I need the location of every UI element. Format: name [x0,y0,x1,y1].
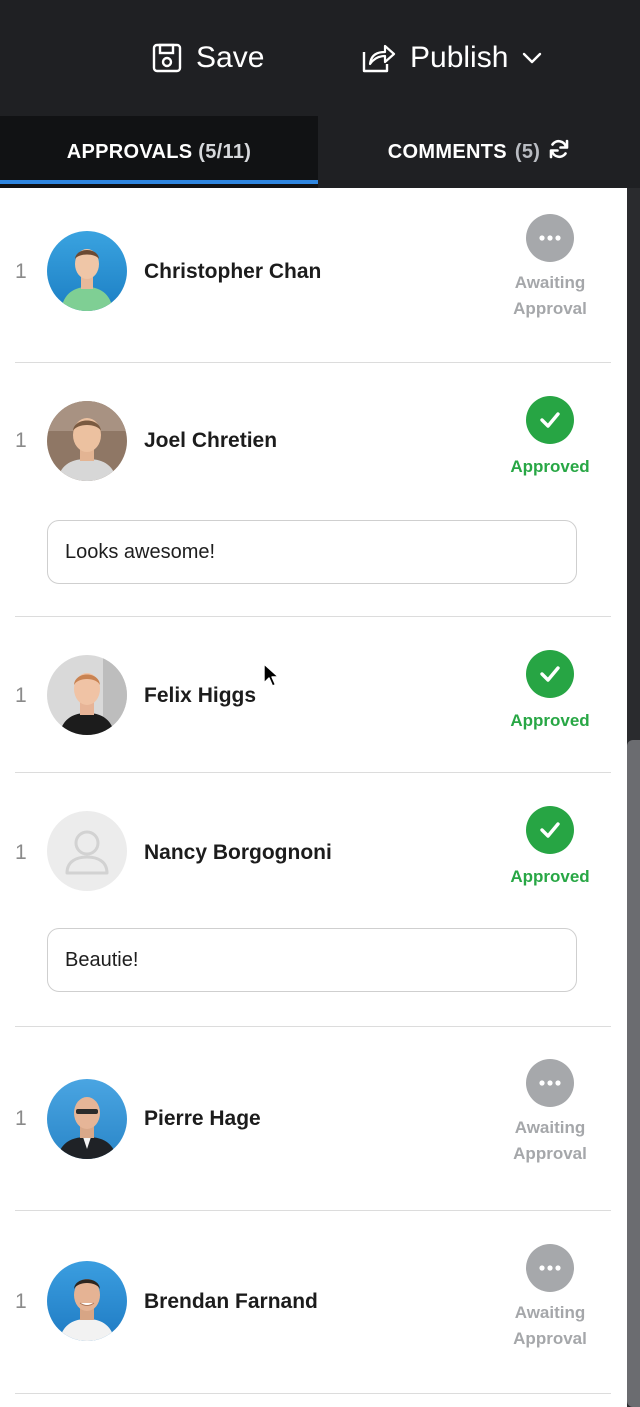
refresh-icon[interactable] [548,138,570,166]
status-text: Approved [510,867,590,886]
approval-comment: Looks awesome! [47,520,577,584]
avatar [47,401,127,481]
status-awaiting: Awaiting Approval [489,1244,611,1352]
status-line1: Awaiting [514,1118,586,1137]
tab-comments-count: (5) [514,140,541,163]
status-text: Approved [510,457,590,476]
approver-name: Felix Higgs [144,684,257,707]
status-approved: Approved [489,650,611,734]
tab-bar: APPROVALS (5/11) COMMENTS (5) [0,116,640,188]
avatar-placeholder [47,811,127,891]
chevron-down-icon[interactable] [522,51,542,65]
approver-name: Brendan Farnand [144,1290,318,1313]
avatar [47,1261,127,1341]
status-awaiting: Awaiting Approval [489,214,611,322]
row-index: 1 [15,1290,27,1313]
checkmark-icon [526,396,574,444]
status-text: Awaiting Approval [489,1115,611,1167]
avatar [47,655,127,735]
approval-row: 1 Nancy Borgognoni Approved Beautie! [15,773,611,1027]
row-index: 1 [15,841,27,864]
tab-approvals-count: (5/11) [198,140,252,163]
row-index: 1 [15,1107,27,1130]
status-line1: Awaiting [514,273,586,292]
status-line2: Approval [513,299,587,318]
ellipsis-icon [526,214,574,262]
status-text: Awaiting Approval [489,1300,611,1352]
approval-row: 1 Felix Higgs Approved [15,617,611,773]
save-label: Save [196,41,265,74]
active-tab-indicator [0,180,318,184]
approval-comment: Beautie! [47,928,577,992]
status-approved: Approved [489,396,611,480]
publish-button[interactable]: Publish [360,38,542,78]
checkmark-icon [526,650,574,698]
approval-row: 1 Brendan Farnand Awaiting Approval [15,1211,611,1394]
approver-name: Pierre Hage [144,1107,261,1130]
scrollbar-thumb[interactable] [627,740,640,1407]
approval-row: 1 Joel Chretien Approved Looks awesome! [15,363,611,617]
share-arrow-icon [360,42,396,74]
ellipsis-icon [526,1244,574,1292]
approver-name: Christopher Chan [144,260,322,283]
mouse-cursor-icon [262,662,280,693]
status-text: Approved [510,711,590,730]
approvals-list: 1 Christopher Chan Awaiting Approval 1 J… [0,188,627,1394]
approver-name: Joel Chretien [144,429,278,452]
avatar [47,231,127,311]
status-line2: Approval [513,1329,587,1348]
approval-row: 1 Pierre Hage Awaiting Approval [15,1027,611,1211]
status-line1: Awaiting [514,1303,586,1322]
top-toolbar: Save Publish [0,0,640,116]
ellipsis-icon [526,1059,574,1107]
status-approved: Approved [489,806,611,890]
publish-label: Publish [410,41,509,74]
row-index: 1 [15,429,27,452]
checkmark-icon [526,806,574,854]
avatar [47,1079,127,1159]
row-index: 1 [15,260,27,283]
save-button[interactable]: Save [152,38,264,78]
status-text: Awaiting Approval [489,270,611,322]
tab-approvals[interactable]: APPROVALS (5/11) [0,116,318,188]
status-awaiting: Awaiting Approval [489,1059,611,1167]
status-line2: Approval [513,1144,587,1163]
tab-comments-label: COMMENTS [387,140,507,163]
approver-name: Nancy Borgognoni [144,841,332,864]
approval-row: 1 Christopher Chan Awaiting Approval [15,188,611,363]
floppy-disk-icon [152,43,182,73]
tab-approvals-label: APPROVALS [66,140,193,163]
row-index: 1 [15,684,27,707]
tab-comments[interactable]: COMMENTS (5) [318,116,640,188]
